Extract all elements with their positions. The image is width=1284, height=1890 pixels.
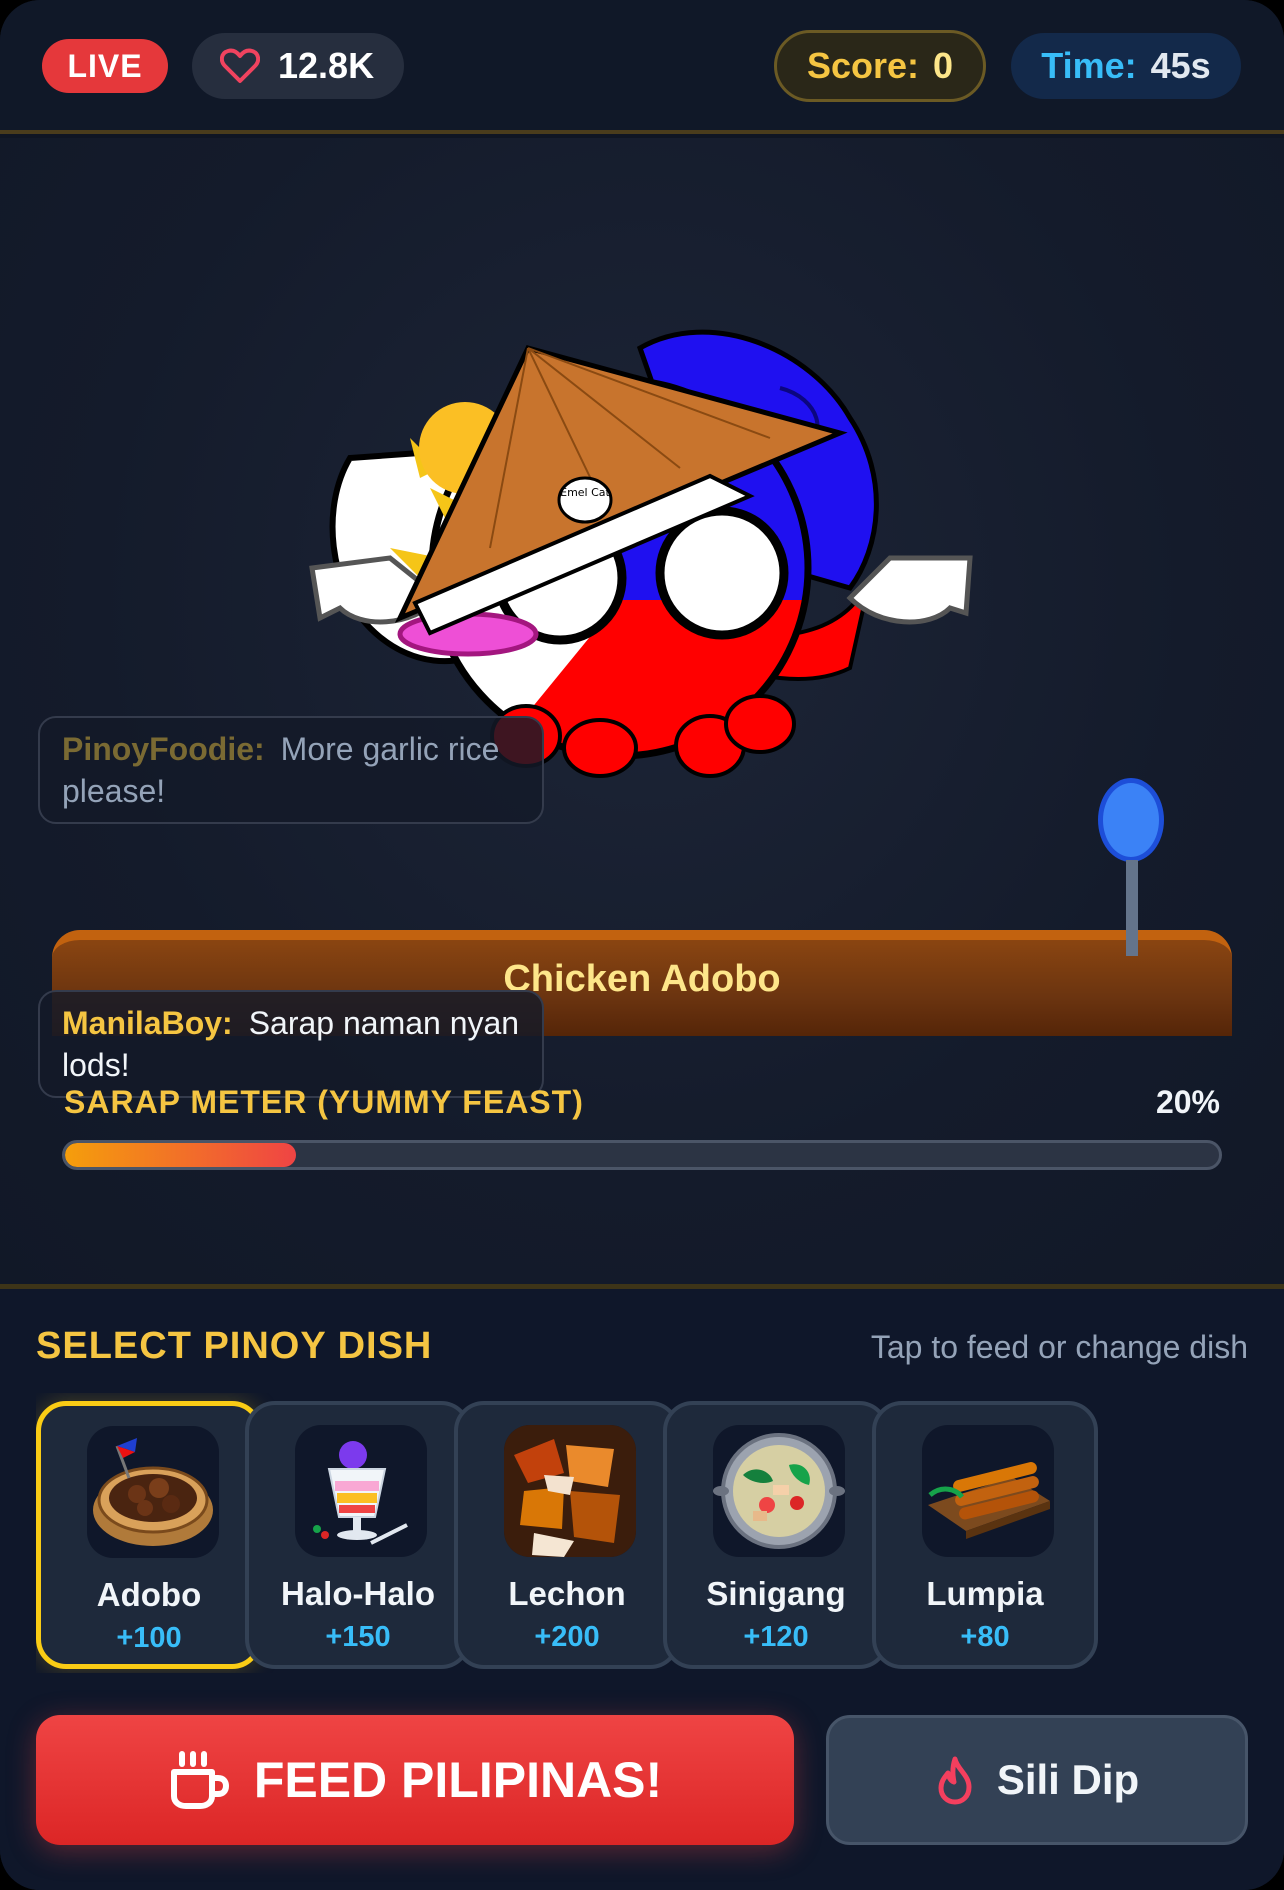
dish-name: Adobo — [96, 1576, 202, 1613]
lechon-icon — [504, 1425, 636, 1557]
dish-points: +150 — [325, 1621, 391, 1653]
time-label: Time: — [1041, 45, 1137, 86]
dish-name: Lechon — [508, 1575, 626, 1612]
dish-thumbnail — [922, 1425, 1054, 1557]
timer-display: Time: 45s — [1011, 33, 1241, 99]
flame-icon — [938, 1756, 972, 1805]
feed-button-label: FEED PILIPINAS! — [253, 1752, 663, 1808]
sarap-meter-fill — [65, 1143, 296, 1167]
dish-card-halo-halo[interactable]: Halo-Halo +150 — [245, 1401, 471, 1669]
dish-points: +100 — [116, 1622, 182, 1654]
dish-thumbnail — [87, 1426, 219, 1558]
chat-message: ManilaBoy: Sarap naman nyan lods! — [38, 990, 544, 1098]
score-label: Score: — [806, 45, 919, 86]
likes-count: 12.8K — [278, 45, 375, 86]
panel-title: SELECT PINOY DISH — [36, 1325, 433, 1367]
sarap-meter-bar — [62, 1140, 1222, 1170]
time-value: 45s — [1150, 45, 1211, 86]
dish-thumbnail — [295, 1425, 427, 1557]
dish-points: +80 — [960, 1621, 1010, 1653]
chat-username: ManilaBoy: — [62, 1005, 233, 1041]
panel-hint: Tap to feed or change dish — [870, 1329, 1248, 1365]
app-screen: LIVE 12.8K Score: 0 Time: 45s Emel Cat C… — [0, 0, 1284, 1890]
top-bar: LIVE 12.8K Score: 0 Time: 45s — [0, 0, 1284, 134]
likes-counter[interactable]: 12.8K — [192, 33, 404, 99]
dish-panel: SELECT PINOY DISH Tap to feed or change … — [0, 1284, 1284, 1890]
dish-thumbnail — [504, 1425, 636, 1557]
dish-card-lumpia[interactable]: Lumpia +80 — [872, 1401, 1098, 1669]
halo-halo-glass-icon — [313, 1441, 408, 1545]
dish-name: Sinigang — [706, 1575, 846, 1612]
chat-message: PinoyFoodie: More garlic rice please! — [38, 716, 544, 824]
dish-thumbnail — [713, 1425, 845, 1557]
lumpia-board-icon — [928, 1462, 1050, 1539]
score-value: 0 — [933, 45, 954, 86]
dish-name: Lumpia — [926, 1575, 1044, 1612]
game-stage: Emel Cat Chicken Adobo PinoyFoodie: More … — [0, 138, 1284, 1284]
coffee-cup-icon — [170, 1751, 229, 1809]
spoon-handle — [1126, 860, 1138, 956]
dish-card-lechon[interactable]: Lechon +200 — [454, 1401, 680, 1669]
dish-points: +200 — [534, 1621, 600, 1653]
dish-card-adobo[interactable]: Adobo +100 — [36, 1401, 262, 1669]
dish-points: +120 — [743, 1621, 809, 1653]
sarap-meter-percent: 20% — [1155, 1084, 1220, 1120]
sili-dip-button[interactable]: Sili Dip — [826, 1715, 1248, 1845]
heart-icon — [220, 48, 260, 83]
hat-badge-text: Emel Cat — [560, 486, 610, 499]
live-badge: LIVE — [42, 39, 168, 93]
spoon-icon[interactable] — [1098, 778, 1164, 862]
score-display: Score: 0 — [774, 30, 986, 102]
chat-username: PinoyFoodie: — [62, 731, 265, 767]
dish-card-sinigang[interactable]: Sinigang +120 — [663, 1401, 889, 1669]
dish-carousel[interactable]: Adobo +100 Halo-Halo +150 Lechon +200 Si… — [36, 1393, 1248, 1673]
adobo-bowl-icon — [93, 1438, 213, 1546]
sinigang-pot-icon — [713, 1433, 845, 1549]
dish-name: Halo-Halo — [280, 1575, 435, 1612]
sarap-meter-label: SARAP METER (YUMMY FEAST) — [64, 1084, 584, 1120]
sili-dip-label: Sili Dip — [996, 1756, 1140, 1803]
feed-button[interactable]: FEED PILIPINAS! — [36, 1715, 794, 1845]
